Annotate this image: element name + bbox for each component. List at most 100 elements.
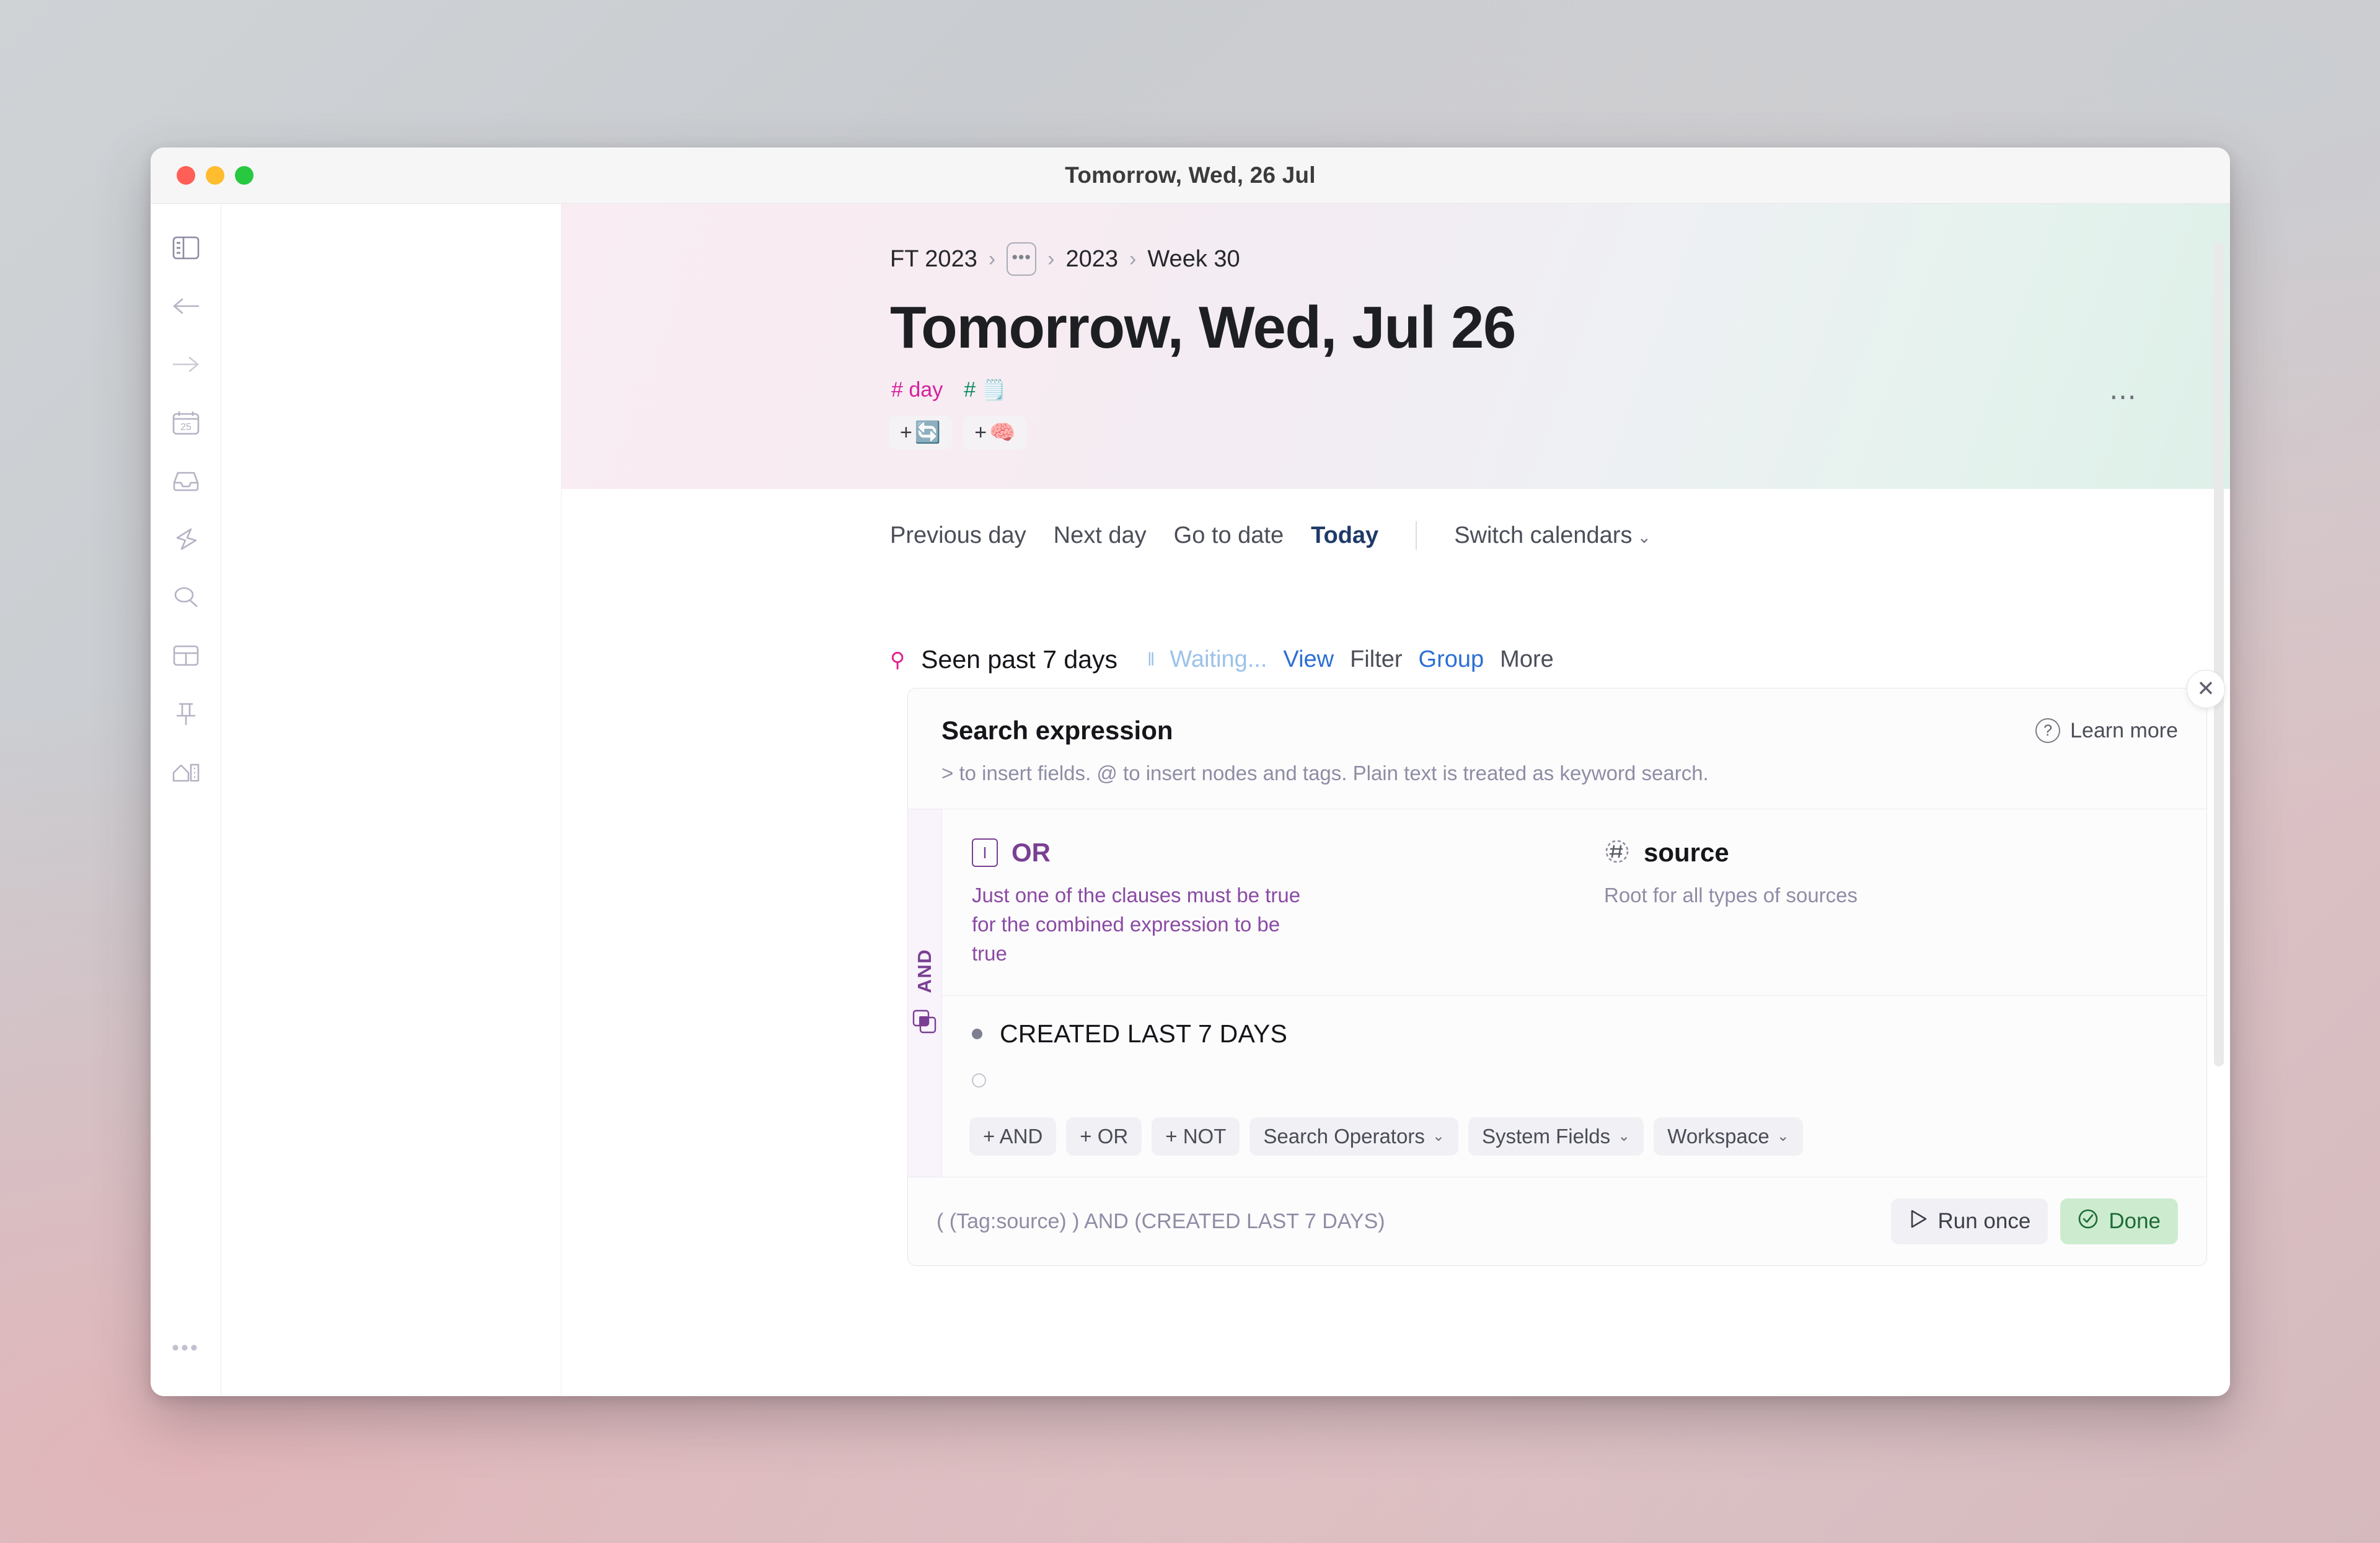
pause-icon[interactable]: ‖: [1147, 649, 1155, 670]
previous-day-button[interactable]: Previous day: [890, 522, 1026, 549]
panel-header: Search expression > to insert fields. @ …: [908, 688, 2206, 809]
breadcrumb-separator-icon: ›: [1129, 247, 1137, 271]
breadcrumb-item-ft2023[interactable]: FT 2023: [890, 246, 977, 273]
tag-hash-icon: [1604, 838, 1630, 868]
home-icon[interactable]: [164, 750, 208, 794]
clause-or-name: OR: [1011, 838, 1051, 867]
layout-icon[interactable]: [164, 633, 208, 678]
system-fields-dropdown[interactable]: System Fields ⌄: [1468, 1117, 1644, 1156]
clause-or-description: Just one of the clauses must be true for…: [972, 884, 1301, 965]
learn-more-label: Learn more: [2070, 718, 2178, 742]
back-arrow-icon[interactable]: [164, 284, 208, 328]
add-sync-reaction-button[interactable]: + 🔄: [889, 415, 953, 451]
workspace-dropdown[interactable]: Workspace ⌄: [1654, 1117, 1803, 1156]
forward-arrow-icon[interactable]: [164, 342, 208, 387]
search-icon[interactable]: [164, 575, 208, 620]
empty-bullet-icon: [972, 1073, 986, 1088]
window-title: Tomorrow, Wed, 26 Jul: [1065, 162, 1316, 188]
group-squares-icon: [912, 1009, 937, 1037]
window-body: 25 ••• FT 2023 › ••• › 2023 › Week 30 To…: [151, 204, 2230, 1396]
clause-row: I OR Just one of the clauses must be tru…: [942, 809, 2206, 996]
chevron-down-icon: ⌄: [1432, 1128, 1445, 1145]
run-once-label: Run once: [1937, 1208, 2031, 1233]
view-button[interactable]: View: [1283, 646, 1334, 673]
search-operators-dropdown[interactable]: Search Operators ⌄: [1250, 1117, 1458, 1156]
search-title[interactable]: Seen past 7 days: [921, 645, 1117, 674]
today-button[interactable]: Today: [1311, 522, 1378, 549]
expression-preview: ( (Tag:source) ) AND (CREATED LAST 7 DAY…: [937, 1209, 1385, 1233]
run-once-button[interactable]: Run once: [1890, 1198, 2048, 1245]
search-toolbar: ⚲ Seen past 7 days ‖ Waiting... View Fil…: [562, 645, 2230, 674]
page-title: Tomorrow, Wed, Jul 26: [890, 294, 1516, 361]
clause-source-name: source: [1644, 838, 1729, 867]
document-header: ‹ FT 2023 › ••• › 2023 › Week 30 Tomorro…: [562, 204, 2230, 489]
nav-divider: [1416, 521, 1417, 550]
done-label: Done: [2109, 1208, 2161, 1233]
tag-day[interactable]: # day: [891, 378, 943, 402]
document-area: ‹ FT 2023 › ••• › 2023 › Week 30 Tomorro…: [562, 204, 2230, 1396]
clause-source-description: Root for all types of sources: [1604, 884, 1858, 907]
next-day-button[interactable]: Next day: [1054, 522, 1147, 549]
text-cursor-box-icon: I: [972, 838, 998, 867]
saved-search-block: ⚲ Seen past 7 days ‖ Waiting... View Fil…: [562, 550, 2230, 1267]
clause-or-header: I OR: [972, 838, 1547, 868]
add-brain-reaction-button[interactable]: + 🧠: [963, 415, 1027, 451]
add-not-button[interactable]: + NOT: [1152, 1117, 1240, 1156]
expression-button-row: + AND + OR + NOT Search Operators ⌄ Syste…: [942, 1099, 2206, 1177]
search-icon: ⚲: [890, 648, 906, 671]
breadcrumb: FT 2023 › ••• › 2023 › Week 30: [562, 204, 2230, 276]
page-options-button[interactable]: ⋯: [2109, 384, 2138, 411]
inbox-icon[interactable]: [164, 459, 208, 503]
pin-icon[interactable]: [164, 692, 208, 736]
reaction-chips: + 🔄 + 🧠: [562, 402, 2230, 451]
add-and-button[interactable]: + AND: [969, 1117, 1057, 1156]
clause-created-last-7-days[interactable]: CREATED LAST 7 DAYS: [942, 996, 2206, 1048]
group-button[interactable]: Group: [1419, 646, 1484, 673]
chevron-down-icon: ⌄: [1776, 1128, 1789, 1145]
breadcrumb-ellipsis-button[interactable]: •••: [1007, 242, 1037, 276]
search-expression-panel: ✕ Search expression > to insert fields. …: [907, 670, 2225, 1267]
clause-source[interactable]: source Root for all types of sources: [1574, 809, 2206, 995]
icon-sidebar: 25 •••: [151, 204, 221, 1396]
switch-calendars-button[interactable]: Switch calendars ⌄: [1454, 522, 1651, 549]
close-icon[interactable]: ✕: [2187, 670, 2225, 708]
tag-list: # day # 🗒️: [562, 359, 2230, 402]
learn-more-link[interactable]: ? Learn more: [2035, 718, 2178, 743]
expression-builder: AND I OR Just one of the clauses must be…: [908, 809, 2206, 1177]
panel-hint: > to insert fields. @ to insert nodes an…: [941, 762, 1709, 785]
play-icon: [1908, 1208, 1928, 1235]
question-mark-icon: ?: [2035, 718, 2061, 743]
clause-or[interactable]: I OR Just one of the clauses must be tru…: [942, 809, 1574, 995]
chevron-down-icon: ⌄: [1637, 527, 1652, 547]
tag-notepad[interactable]: # 🗒️: [964, 378, 1006, 402]
panel-heading: Search expression: [941, 716, 1173, 745]
left-gutter: [221, 204, 562, 1396]
add-or-button[interactable]: + OR: [1066, 1117, 1142, 1156]
vertical-scrollbar[interactable]: [2214, 242, 2224, 1066]
calendar-icon[interactable]: 25: [164, 400, 208, 445]
filter-button[interactable]: Filter: [1350, 646, 1402, 673]
chevron-down-icon: ⌄: [1618, 1128, 1631, 1145]
and-group-label: AND: [914, 949, 935, 993]
and-group-rail[interactable]: AND: [908, 809, 942, 1177]
flash-icon[interactable]: [164, 517, 208, 561]
app-window: Tomorrow, Wed, 26 Jul 25 ••• FT 2023 › •…: [151, 147, 2230, 1396]
breadcrumb-separator-icon: ›: [988, 247, 996, 271]
more-button[interactable]: More: [1500, 646, 1554, 673]
panel-footer: ( (Tag:source) ) AND (CREATED LAST 7 DAY…: [908, 1176, 2206, 1266]
breadcrumb-separator-icon: ›: [1047, 247, 1055, 271]
svg-text:25: 25: [180, 422, 192, 433]
done-button[interactable]: Done: [2060, 1198, 2178, 1245]
toggle-sidebar-icon[interactable]: [164, 226, 208, 270]
expression-clauses: I OR Just one of the clauses must be tru…: [942, 809, 2206, 1177]
clause-created-label: CREATED LAST 7 DAYS: [1000, 1019, 1288, 1048]
empty-clause-slot[interactable]: [942, 1048, 2206, 1099]
clause-source-header: source: [1604, 838, 2179, 868]
bullet-icon: [972, 1029, 982, 1039]
breadcrumb-item-week30[interactable]: Week 30: [1147, 246, 1240, 273]
breadcrumb-item-2023[interactable]: 2023: [1066, 246, 1119, 273]
day-navigation: Previous day Next day Go to date Today S…: [562, 489, 2230, 550]
sidebar-overflow-button[interactable]: •••: [172, 1337, 200, 1358]
go-to-date-button[interactable]: Go to date: [1174, 522, 1284, 549]
window-titlebar: Tomorrow, Wed, 26 Jul: [151, 147, 2230, 204]
